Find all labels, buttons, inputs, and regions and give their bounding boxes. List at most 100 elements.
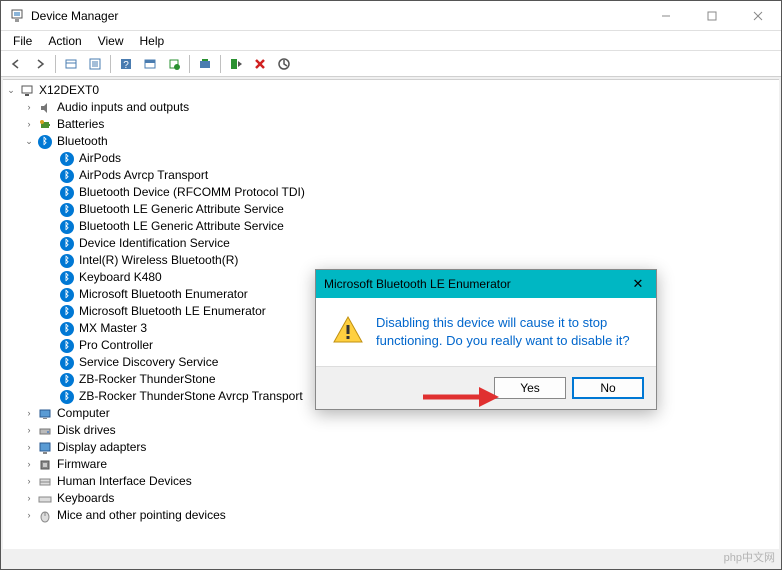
expand-icon[interactable]: › [23,442,35,454]
dialog-titlebar[interactable]: Microsoft Bluetooth LE Enumerator ✕ [316,270,656,298]
toolbar-separator [110,55,111,73]
svg-text:?: ? [123,60,129,71]
tree-device[interactable]: ᛒIntel(R) Wireless Bluetooth(R) [5,252,777,269]
tree-category[interactable]: › Firmware [5,456,777,473]
minimize-button[interactable] [643,1,689,31]
close-button[interactable] [735,1,781,31]
audio-icon [37,100,53,116]
expand-icon[interactable]: › [23,119,35,131]
collapse-icon[interactable]: ⌄ [5,85,17,97]
watermark: php中文网 [724,549,775,565]
confirmation-dialog: Microsoft Bluetooth LE Enumerator ✕ Disa… [315,269,657,410]
tree-category-bluetooth[interactable]: ⌄ ᛒ Bluetooth [5,133,777,150]
expand-icon[interactable]: › [23,459,35,471]
bluetooth-icon: ᛒ [59,202,75,218]
tree-label: Microsoft Bluetooth Enumerator [79,286,248,303]
tree-category[interactable]: › Batteries [5,116,777,133]
tree-label: Human Interface Devices [57,473,192,490]
expand-icon[interactable]: › [23,102,35,114]
dialog-message: Disabling this device will cause it to s… [376,314,640,350]
dialog-close-button[interactable]: ✕ [628,276,648,292]
tree-category[interactable]: › Audio inputs and outputs [5,99,777,116]
battery-icon [37,117,53,133]
enable-button[interactable] [225,53,247,75]
disk-icon [37,423,53,439]
scan-hardware-button[interactable] [273,53,295,75]
bluetooth-icon: ᛒ [59,389,75,405]
tree-category[interactable]: › Mice and other pointing devices [5,507,777,524]
expand-icon[interactable]: › [23,510,35,522]
bluetooth-icon: ᛒ [59,338,75,354]
expand-icon[interactable]: › [23,408,35,420]
mouse-icon [37,508,53,524]
tree-root[interactable]: ⌄ X12DEXT0 [5,82,777,99]
tree-label: Audio inputs and outputs [57,99,189,116]
tree-label: ZB-Rocker ThunderStone Avrcp Transport [79,388,303,405]
tree-device[interactable]: ᛒDevice Identification Service [5,235,777,252]
expand-icon[interactable]: › [23,476,35,488]
tree-device[interactable]: ᛒBluetooth Device (RFCOMM Protocol TDI) [5,184,777,201]
window-title: Device Manager [31,9,643,23]
bluetooth-icon: ᛒ [59,321,75,337]
menubar: File Action View Help [1,31,781,51]
keyboard-icon [37,491,53,507]
properties-button[interactable] [84,53,106,75]
tree-label: AirPods Avrcp Transport [79,167,208,184]
device-manager-icon [9,8,25,24]
no-button[interactable]: No [572,377,644,399]
show-hidden-button[interactable] [60,53,82,75]
tree-device[interactable]: ᛒBluetooth LE Generic Attribute Service [5,201,777,218]
tree-label: Bluetooth LE Generic Attribute Service [79,201,284,218]
menu-action[interactable]: Action [40,32,89,50]
tree-device[interactable]: ᛒAirPods Avrcp Transport [5,167,777,184]
tree-label: Keyboard K480 [79,269,162,286]
bluetooth-icon: ᛒ [59,185,75,201]
tree-category[interactable]: › Human Interface Devices [5,473,777,490]
tree-device[interactable]: ᛒAirPods [5,150,777,167]
menu-file[interactable]: File [5,32,40,50]
help-button[interactable]: ? [115,53,137,75]
tree-category[interactable]: › Display adapters [5,439,777,456]
tree-label: X12DEXT0 [39,82,99,99]
tree-label: Microsoft Bluetooth LE Enumerator [79,303,266,320]
bluetooth-icon: ᛒ [37,134,53,150]
tree-label: Device Identification Service [79,235,230,252]
scan-button[interactable] [163,53,185,75]
tree-category[interactable]: › Disk drives [5,422,777,439]
bluetooth-icon: ᛒ [59,168,75,184]
toolbar: ? [1,51,781,77]
tree-label: ZB-Rocker ThunderStone [79,371,216,388]
menu-view[interactable]: View [90,32,132,50]
forward-button[interactable] [29,53,51,75]
hid-icon [37,474,53,490]
tree-label: Disk drives [57,422,116,439]
firmware-icon [37,457,53,473]
tree-label: Service Discovery Service [79,354,218,371]
dialog-button-row: Yes No [316,366,656,409]
bluetooth-icon: ᛒ [59,219,75,235]
bluetooth-icon: ᛒ [59,236,75,252]
collapse-icon[interactable]: ⌄ [23,136,35,148]
update-driver-button[interactable] [194,53,216,75]
tree-device[interactable]: ᛒBluetooth LE Generic Attribute Service [5,218,777,235]
tree-category[interactable]: › Keyboards [5,490,777,507]
maximize-button[interactable] [689,1,735,31]
warning-icon [332,314,364,346]
back-button[interactable] [5,53,27,75]
expand-icon[interactable]: › [23,425,35,437]
tree-label: Computer [57,405,110,422]
dialog-title: Microsoft Bluetooth LE Enumerator [324,277,628,291]
menu-help[interactable]: Help [132,32,173,50]
yes-button[interactable]: Yes [494,377,566,399]
window-controls [643,1,781,30]
uninstall-button[interactable] [249,53,271,75]
tree-label: MX Master 3 [79,320,147,337]
tree-label: Bluetooth Device (RFCOMM Protocol TDI) [79,184,305,201]
action-button[interactable] [139,53,161,75]
expand-icon[interactable]: › [23,493,35,505]
computer-icon [19,83,35,99]
bluetooth-icon: ᛒ [59,304,75,320]
computer-icon [37,406,53,422]
dialog-body: Disabling this device will cause it to s… [316,298,656,366]
tree-label: Batteries [57,116,104,133]
